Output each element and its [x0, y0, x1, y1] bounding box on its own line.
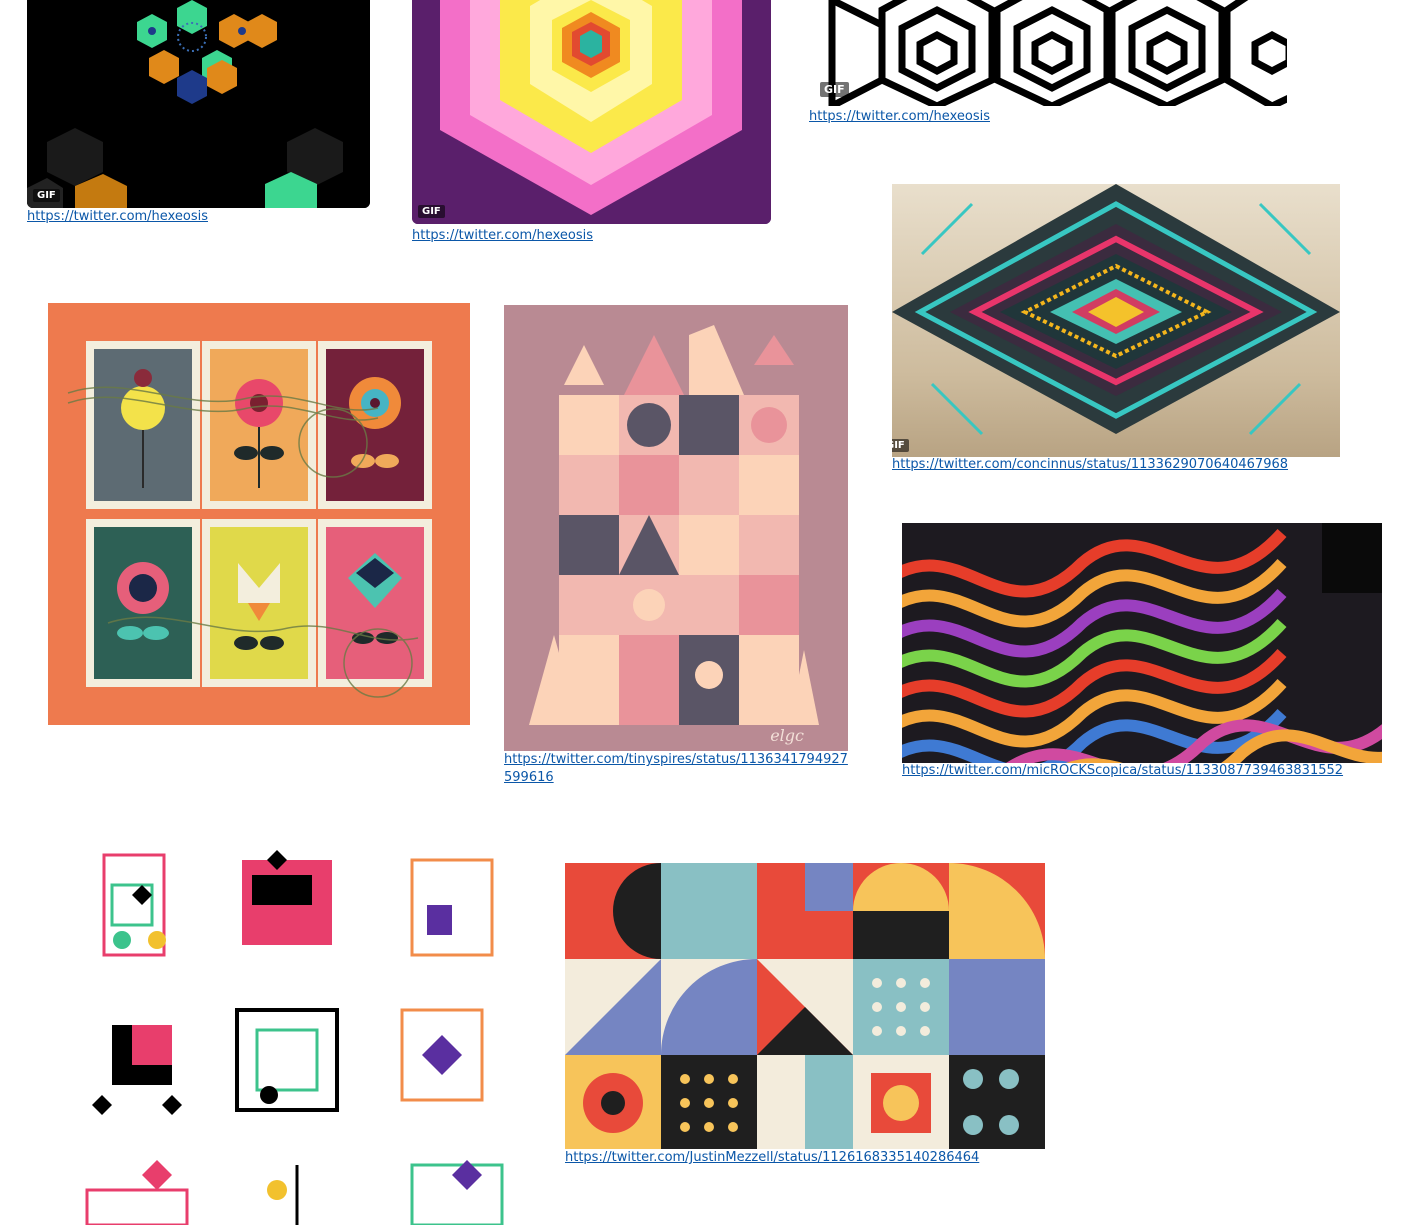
tile-link-hexeosis-3[interactable]: https://twitter.com/hexeosis — [809, 108, 990, 126]
hexeosis-black-hex-image[interactable]: GIF — [27, 0, 370, 208]
bw-cube-graphic — [812, 0, 1287, 106]
tile-link-tinyspires[interactable]: https://twitter.com/tinyspires/status/11… — [504, 751, 849, 787]
tile-link-microckscopica[interactable]: https://twitter.com/micROCKScopica/statu… — [902, 762, 1343, 780]
hexeosis-concentric-hex-image[interactable]: GIF — [412, 0, 771, 224]
rock-waves-graphic — [902, 523, 1382, 763]
tile-link-justinmezzell[interactable]: https://twitter.com/JustinMezzell/status… — [565, 1149, 979, 1167]
artist-signature: elgc — [770, 726, 804, 745]
bauhaus-graphic — [565, 863, 1045, 1149]
gif-badge: GIF — [820, 82, 849, 97]
hex-flower-graphic — [27, 0, 370, 208]
gif-badge: GIF — [892, 439, 909, 452]
microckscopica-rock-image[interactable] — [902, 523, 1382, 763]
tinyspires-castle-image[interactable]: elgc — [504, 305, 848, 751]
glyph-grid-image[interactable] — [82, 845, 512, 1225]
gif-badge: GIF — [418, 205, 445, 218]
castle-graphic: elgc — [504, 305, 848, 751]
gif-badge: GIF — [33, 189, 60, 202]
concinnus-diamond-image[interactable]: GIF — [892, 184, 1340, 457]
tile-link-hexeosis-2[interactable]: https://twitter.com/hexeosis — [412, 227, 593, 245]
tile-link-hexeosis-1[interactable]: https://twitter.com/hexeosis — [27, 208, 208, 226]
tile-link-concinnus[interactable]: https://twitter.com/concinnus/status/113… — [892, 456, 1288, 474]
justinmezzell-bauhaus-image[interactable] — [565, 863, 1045, 1149]
glyph-grid-graphic — [82, 845, 512, 1225]
diamond-graphic — [892, 184, 1340, 457]
hexeosis-bw-cube-image[interactable]: GIF — [812, 0, 1287, 106]
concentric-hex-graphic — [412, 0, 771, 224]
stamps-graphic — [48, 303, 470, 725]
flower-stamps-image[interactable] — [48, 303, 470, 725]
